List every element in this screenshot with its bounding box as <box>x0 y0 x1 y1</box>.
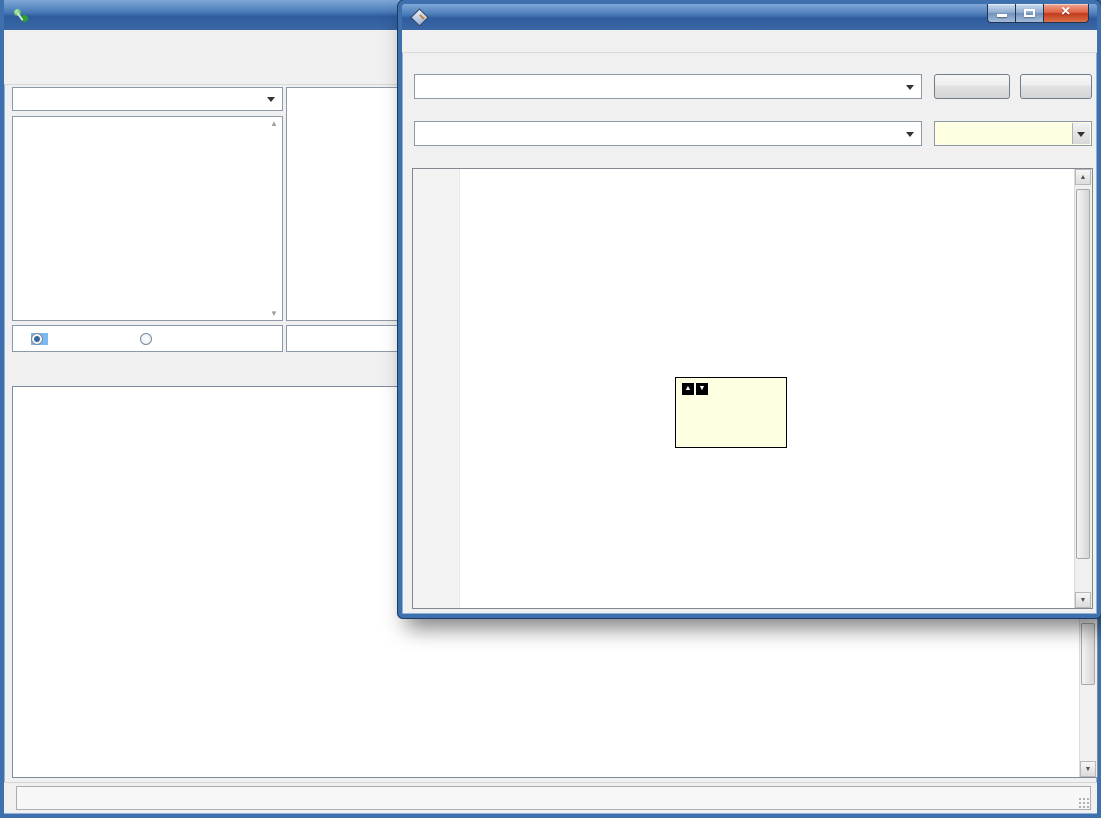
scroll-down-icon[interactable]: ▼ <box>1080 761 1096 777</box>
scrollbar-thumb[interactable] <box>1076 189 1090 559</box>
editor-theme-icon <box>411 9 427 25</box>
window-caption-buttons <box>987 4 1089 23</box>
scroll-down-icon[interactable]: ▼ <box>1075 592 1091 608</box>
public-radio[interactable] <box>31 333 48 345</box>
class-hierarchy-tree[interactable]: ▲▼ <box>12 116 283 321</box>
private-radio[interactable] <box>140 333 157 345</box>
close-button[interactable] <box>1043 4 1089 23</box>
maximize-button[interactable] <box>1016 4 1043 23</box>
calltip-next-icon[interactable]: ▼ <box>696 383 708 395</box>
scrollbar-thumb[interactable] <box>1081 623 1095 685</box>
scroll-up-icon[interactable]: ▲ <box>1075 169 1091 185</box>
browser-status-bar <box>4 782 1097 813</box>
theme-combobox[interactable] <box>414 74 922 99</box>
calltip-popup: ▲ ▼ <box>675 377 787 448</box>
save-as-button[interactable] <box>934 74 1010 99</box>
calltip-item[interactable] <box>682 411 780 427</box>
radio-dot-icon <box>140 333 152 345</box>
calltip-prev-icon[interactable]: ▲ <box>682 383 694 395</box>
sample-scrollbar[interactable]: ▲ ▼ <box>1074 169 1092 608</box>
reset-button[interactable] <box>1020 74 1092 99</box>
scroll-down-icon[interactable]: ▼ <box>270 309 278 318</box>
tree-scrollbar[interactable]: ▲▼ <box>268 119 280 318</box>
calltip-separator <box>682 397 780 411</box>
line-number-gutter <box>413 169 460 608</box>
theme-menu-bar <box>402 30 1097 53</box>
visibility-panel <box>12 325 283 352</box>
style-combobox[interactable] <box>934 121 1092 146</box>
chevron-down-icon[interactable] <box>1072 123 1090 144</box>
radio-dot-icon <box>31 333 43 345</box>
item-combobox[interactable] <box>414 121 922 146</box>
sample-editor[interactable]: ▲ ▼ ▲ ▼ <box>412 168 1093 609</box>
calltip-highlighted-item[interactable] <box>682 427 780 443</box>
hierarchy-browser-icon <box>13 7 29 23</box>
class-search-combobox[interactable] <box>12 87 283 111</box>
status-message-field <box>16 786 1091 810</box>
editor-theme-window: ▲ ▼ ▲ ▼ <box>398 0 1101 618</box>
minimize-button[interactable] <box>987 4 1016 23</box>
scroll-up-icon[interactable]: ▲ <box>270 119 278 128</box>
